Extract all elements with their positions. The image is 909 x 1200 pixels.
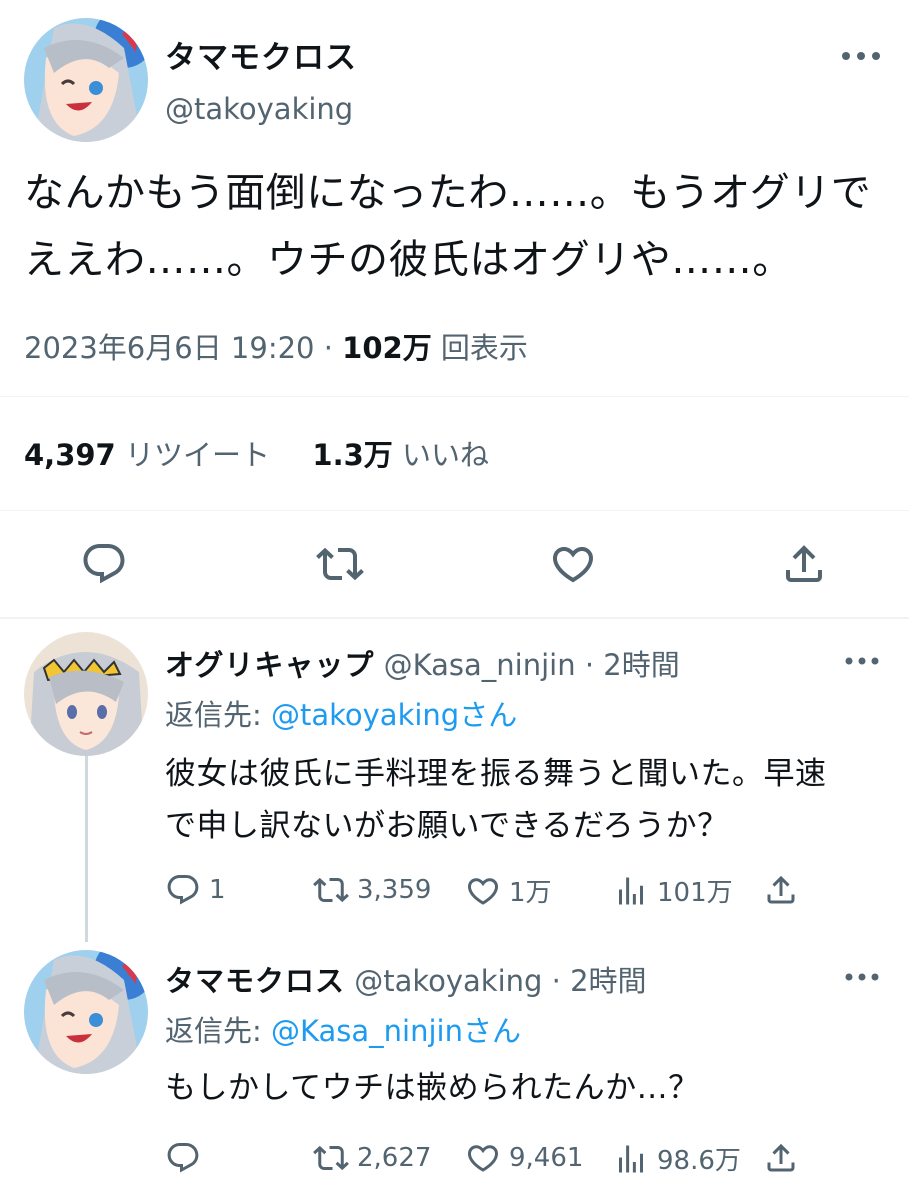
reply-icon [167, 1143, 199, 1173]
reply-to-handle[interactable]: @takoyakingさん [271, 698, 517, 732]
tweet-text: なんかもう面倒になったわ……。もうオグリで ええわ……。ウチの彼氏はオグリや……… [24, 160, 894, 294]
like-button[interactable]: 1万 [465, 872, 552, 909]
section-divider [0, 617, 909, 619]
reply-author-handle[interactable]: @Kasa_ninjin [384, 648, 576, 682]
engagement-stats: 4,397 リツイート 1.3万 いいね [24, 432, 489, 474]
reply-text-line: で申し訳ないがお願いできるだろうか？ [165, 808, 729, 844]
reply-button[interactable]: 1 [165, 872, 226, 908]
tweet-text-line: ええわ……。ウチの彼氏はオグリや……。 [24, 237, 793, 283]
reply-text: 彼女は彼氏に手料理を振る舞うと聞いた。早速 で申し訳ないがお願いできるだろうか？ [165, 748, 885, 852]
reply-header: オグリキャップ @Kasa_ninjin · 2時間 [165, 642, 680, 684]
like-icon [467, 1145, 499, 1172]
retweet-icon[interactable] [316, 540, 364, 588]
retweets-count: 4,397 [24, 438, 116, 472]
divider [0, 396, 909, 397]
reply-to: 返信先: @Kasa_ninjinさん [165, 1008, 521, 1050]
avatar-oguri[interactable] [24, 632, 148, 756]
share-icon [767, 1143, 795, 1172]
like-button[interactable]: 9,461 [465, 1140, 583, 1176]
views-button[interactable]: 98.6万 [613, 1140, 741, 1177]
share-icon [767, 875, 795, 904]
reply-icon[interactable] [80, 540, 128, 588]
avatar-tamamo[interactable] [24, 950, 148, 1074]
reply-count: 1 [209, 875, 226, 905]
like-icon[interactable] [549, 540, 597, 588]
views-icon [619, 877, 643, 904]
reply-actions: 1 3,359 1万 101万 [165, 872, 885, 912]
like-count: 1万 [509, 878, 552, 908]
likes-stat[interactable]: 1.3万 いいね [312, 438, 489, 472]
retweet-count: 2,627 [357, 1143, 432, 1173]
retweet-button[interactable]: 3,359 [313, 872, 431, 908]
reply-to-label: 返信先: [165, 698, 262, 732]
share-button[interactable] [763, 872, 807, 908]
reply-time[interactable]: · 2時間 [552, 964, 647, 998]
view-count: 101万 [657, 878, 733, 908]
avatar-tamamo[interactable] [24, 18, 148, 142]
tweet-timestamp[interactable]: 2023年6月6日 19:20 [24, 331, 315, 365]
like-count: 9,461 [509, 1143, 584, 1173]
thread-line [85, 756, 88, 942]
reply-icon [167, 875, 199, 905]
meta-separator: · [323, 331, 333, 365]
reply-author-name[interactable]: オグリキャップ [165, 648, 374, 682]
reply-to-label: 返信先: [165, 1014, 262, 1048]
view-count: 98.6万 [657, 1146, 741, 1176]
reply-header: タマモクロス @takoyaking · 2時間 [165, 958, 647, 1000]
retweet-icon [313, 877, 349, 903]
reply-text-line: 彼女は彼氏に手料理を振る舞うと聞いた。早速 [165, 756, 827, 792]
more-icon[interactable] [842, 968, 882, 986]
author-display-name[interactable]: タマモクロス [165, 32, 357, 77]
tweet-meta: 2023年6月6日 19:20 · 102万 回表示 [24, 325, 528, 367]
views-label: 回表示 [440, 331, 528, 365]
retweet-icon [313, 1145, 349, 1171]
retweets-stat[interactable]: 4,397 リツイート [24, 438, 270, 472]
retweets-label: リツイート [124, 438, 270, 472]
likes-count: 1.3万 [312, 438, 393, 472]
more-icon[interactable] [838, 46, 884, 66]
like-icon [467, 877, 499, 905]
share-button[interactable] [763, 1140, 807, 1176]
more-icon[interactable] [842, 652, 882, 670]
reply-author-handle[interactable]: @takoyaking [354, 964, 542, 998]
reply-time[interactable]: · 2時間 [585, 648, 680, 682]
views-icon [619, 1145, 643, 1172]
reply-text-line: もしかしてウチは嵌められたんか…？ [165, 1070, 700, 1106]
views-button[interactable]: 101万 [613, 872, 733, 909]
reply-to: 返信先: @takoyakingさん [165, 692, 517, 734]
reply-to-handle[interactable]: @Kasa_ninjinさん [271, 1014, 521, 1048]
retweet-count: 3,359 [357, 875, 432, 905]
reply-author-name[interactable]: タマモクロス [165, 964, 345, 998]
likes-label: いいね [402, 438, 490, 472]
tweet-text-line: なんかもう面倒になったわ……。もうオグリで [24, 170, 872, 216]
share-icon[interactable] [780, 540, 828, 588]
reply-actions: 2,627 9,461 98.6万 [165, 1140, 885, 1180]
reply-text: もしかしてウチは嵌められたんか…？ [165, 1062, 885, 1114]
author-handle[interactable]: @takoyaking [165, 92, 353, 126]
retweet-button[interactable]: 2,627 [313, 1140, 431, 1176]
reply-button[interactable] [165, 1140, 209, 1176]
views-count: 102万 [342, 331, 432, 365]
divider [0, 510, 909, 511]
